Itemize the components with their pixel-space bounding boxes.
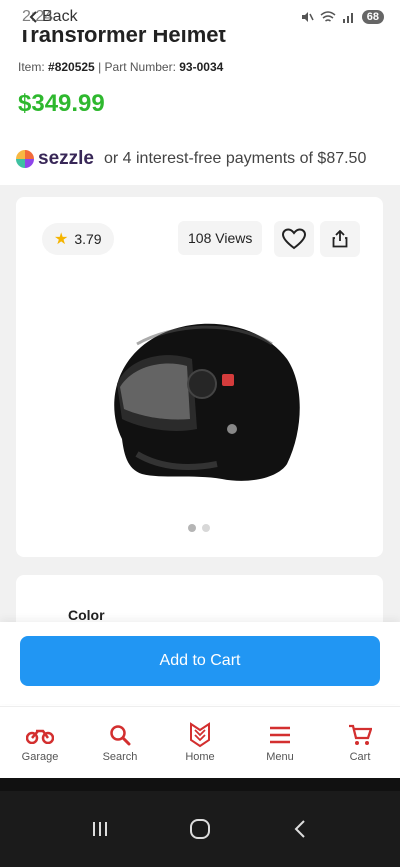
rating-badge[interactable]: ★ 3.79 [42, 223, 114, 255]
nav-item-cart[interactable]: Cart [320, 722, 400, 763]
nav-label: Menu [266, 751, 294, 763]
nav-label: Garage [21, 751, 59, 763]
search-icon [106, 722, 134, 748]
nav-label: Home [185, 751, 215, 763]
recent-apps-icon [93, 822, 107, 836]
color-label: Color [68, 607, 105, 623]
heart-icon [282, 228, 306, 250]
nav-item-home[interactable]: Home [160, 722, 240, 763]
motorcycle-icon [26, 722, 54, 748]
part-label: Part Number: [104, 60, 176, 74]
status-bar: 2:24 Back 68 [0, 0, 400, 34]
status-time: 2:24 [22, 8, 54, 25]
divider-strip [0, 778, 400, 791]
mute-icon [301, 12, 314, 22]
sezzle-row[interactable]: sezzle or 4 interest-free payments of $8… [16, 148, 366, 170]
carousel-dot[interactable] [202, 524, 210, 532]
rating-value: 3.79 [74, 231, 102, 247]
item-number: #820525 [48, 60, 95, 74]
wifi-icon [320, 10, 336, 22]
sezzle-logo: sezzle [16, 148, 94, 170]
nav-item-search[interactable]: Search [80, 722, 160, 763]
cart-icon [346, 722, 374, 748]
share-button[interactable] [320, 221, 360, 257]
item-separator: | [98, 60, 102, 74]
cart-bar: Add to Cart [0, 622, 400, 704]
add-to-cart-button[interactable]: Add to Cart [20, 636, 380, 686]
product-gallery-section: ★ 3.79 108 Views Color [0, 185, 400, 635]
system-back-button[interactable] [280, 809, 320, 849]
share-icon [332, 230, 348, 248]
nav-item-menu[interactable]: Menu [240, 722, 320, 763]
status-icons: 68 [300, 10, 384, 24]
home-circle-icon [190, 819, 210, 839]
views-badge: 108 Views [178, 221, 263, 255]
sezzle-logo-text: sezzle [38, 148, 94, 169]
helmet-image[interactable] [82, 269, 322, 509]
carousel-dots [188, 524, 210, 532]
bottom-nav: Garage Search Home Menu Cart [0, 706, 400, 778]
recent-apps-button[interactable] [80, 809, 120, 849]
product-card: ★ 3.79 108 Views [16, 197, 383, 557]
star-icon: ★ [54, 231, 69, 248]
status-left: 2:24 Back [22, 8, 78, 26]
back-arrow-icon [294, 820, 305, 838]
price: $349.99 [18, 90, 105, 117]
battery-indicator: 68 [361, 10, 384, 24]
home-logo-icon [186, 722, 214, 748]
signal-icon [342, 13, 353, 23]
nav-label: Cart [349, 751, 371, 763]
home-button[interactable] [180, 809, 220, 849]
system-nav-bar [0, 791, 400, 867]
item-info: Item: #820525 | Part Number: 93-0034 [18, 60, 223, 74]
item-label: Item: [18, 60, 45, 74]
nav-item-garage[interactable]: Garage [0, 722, 80, 763]
part-number: 93-0034 [179, 60, 224, 74]
favorite-button[interactable] [274, 221, 314, 257]
carousel-dot[interactable] [188, 524, 196, 532]
nav-label: Search [102, 751, 138, 763]
sezzle-logo-icon [16, 150, 34, 168]
hamburger-menu-icon [266, 722, 294, 748]
sezzle-text: or 4 interest-free payments of $87.50 [103, 150, 367, 167]
